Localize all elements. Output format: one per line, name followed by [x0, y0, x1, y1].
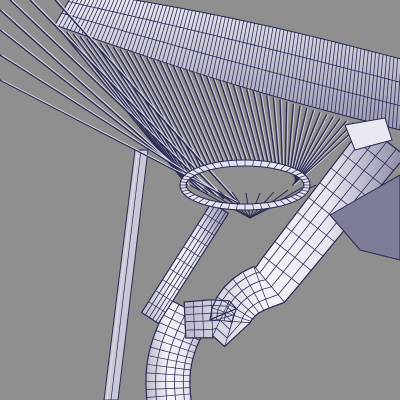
wireframe-render [0, 0, 400, 400]
viewport-3d[interactable] [0, 0, 400, 400]
